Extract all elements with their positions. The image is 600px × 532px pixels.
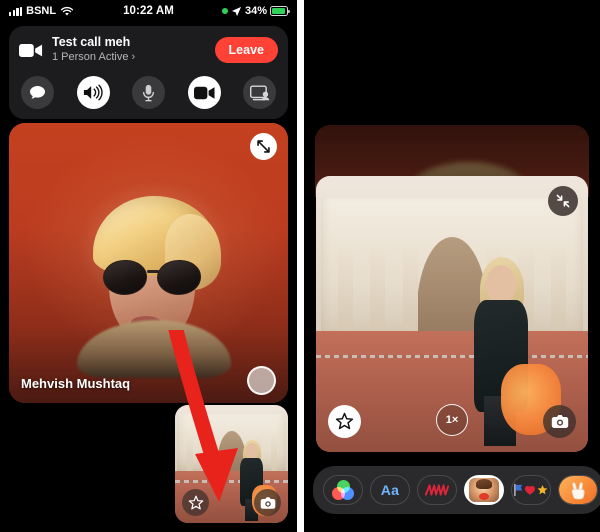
flip-camera-icon <box>260 496 275 509</box>
panel-divider <box>297 0 304 532</box>
battery-percent-label: 34% <box>244 5 267 17</box>
text-aa-icon: Aa <box>380 482 400 498</box>
effect-stickers[interactable] <box>511 475 551 505</box>
phone-screen-after: 1× Aa <box>304 0 600 532</box>
capture-ring-button[interactable] <box>247 366 276 395</box>
location-arrow-icon <box>231 6 242 16</box>
microphone-button[interactable] <box>132 76 165 109</box>
pip-effects-button[interactable] <box>182 489 209 516</box>
call-title: Test call meh <box>52 35 131 49</box>
microphone-icon <box>142 84 155 101</box>
battery-charging-icon <box>270 6 290 16</box>
rgb-circles-icon <box>332 480 354 500</box>
self-view-pip[interactable] <box>175 405 288 523</box>
share-screen-button[interactable] <box>243 76 276 109</box>
call-meta: Test call meh 1 Person Active › <box>52 35 206 65</box>
call-header-card: Test call meh 1 Person Active › Leave <box>9 26 288 119</box>
effect-doodle[interactable] <box>417 475 457 505</box>
leave-button[interactable]: Leave <box>214 37 278 63</box>
effects-tray[interactable]: Aa <box>313 466 600 514</box>
status-bar-right: 34% <box>221 5 290 17</box>
speaker-button[interactable] <box>76 76 110 109</box>
participant-name-label: Mehvish Mushtaq <box>21 376 131 391</box>
flip-camera-icon <box>551 415 568 428</box>
speaker-waves-icon <box>83 84 103 101</box>
self-view-expanded[interactable]: 1× <box>316 176 588 452</box>
expand-button[interactable] <box>250 133 277 160</box>
video-camera-icon <box>19 43 43 57</box>
peace-hand-icon <box>559 476 597 504</box>
chat-button[interactable] <box>21 76 54 109</box>
video-camera-icon <box>193 86 215 99</box>
self-view-effects-button[interactable] <box>328 405 361 438</box>
sunglasses-graphic <box>102 259 201 296</box>
avatar-face-icon <box>469 478 499 502</box>
star-effects-icon <box>188 495 203 509</box>
squiggle-doodle-icon <box>424 484 450 496</box>
chevron-right-icon: › <box>131 51 136 63</box>
pip-flip-camera-button[interactable] <box>254 489 281 516</box>
effect-avatar[interactable] <box>464 475 504 505</box>
status-bar: BSNL 10:22 AM 34% <box>0 0 297 22</box>
chat-bubble-icon <box>30 85 45 99</box>
call-header-row: Test call meh 1 Person Active › Leave <box>19 35 278 65</box>
effect-filters[interactable] <box>323 475 363 505</box>
participant-portrait <box>76 195 231 378</box>
collapse-button[interactable] <box>548 186 578 216</box>
phone-screen-before: BSNL 10:22 AM 34% Test call meh 1 Person… <box>0 0 297 532</box>
screen-share-icon <box>249 84 269 100</box>
star-effects-icon <box>335 412 354 430</box>
zoom-level-button[interactable]: 1× <box>436 404 468 436</box>
call-participants-label: 1 Person Active <box>52 51 132 63</box>
green-recording-dot-icon <box>221 8 228 14</box>
collapse-arrows-icon <box>556 194 570 208</box>
self-view-flip-camera-button[interactable] <box>543 405 576 438</box>
effect-gestures[interactable] <box>558 475 598 505</box>
video-button[interactable] <box>187 76 221 109</box>
main-video-tile[interactable]: Mehvish Mushtaq <box>9 123 288 403</box>
call-participants-status[interactable]: 1 Person Active › <box>52 50 206 65</box>
screenshot-root: BSNL 10:22 AM 34% Test call meh 1 Person… <box>0 0 600 532</box>
expand-arrows-icon <box>257 140 270 153</box>
heart-star-stickers-icon <box>514 480 548 500</box>
effect-text[interactable]: Aa <box>370 475 410 505</box>
call-controls-row <box>19 76 278 109</box>
